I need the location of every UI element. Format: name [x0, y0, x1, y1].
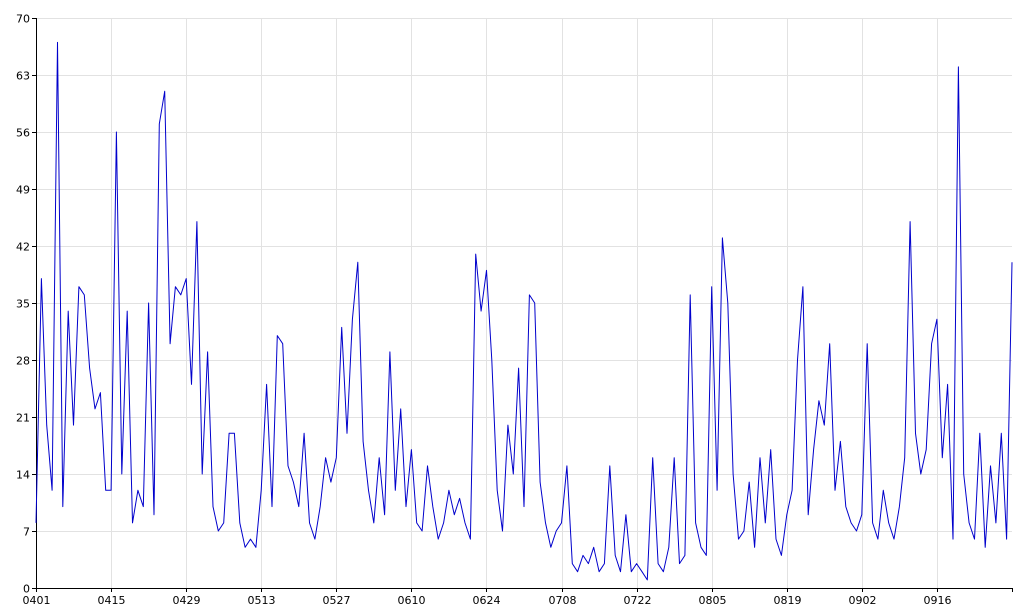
y-tick-label: 49 — [16, 184, 30, 197]
x-tick-label: 0610 — [398, 594, 426, 607]
plot-area — [35, 41, 1013, 581]
y-axis: 07142128354249566370 — [16, 13, 37, 596]
y-tick-label: 21 — [16, 412, 30, 425]
x-tick-label: 0708 — [549, 594, 577, 607]
x-tick-label: 0415 — [98, 594, 126, 607]
x-tick-label: 0722 — [624, 594, 652, 607]
x-axis: 0401 0415 0429 0513 0527 0610 0624 0708 0722 0805… — [23, 588, 1013, 607]
y-tick-label: 28 — [16, 355, 30, 368]
line-chart: 07142128354249566370 0401 0415 0429 0513 052… — [16, 13, 1013, 607]
y-tick-label: 35 — [16, 298, 30, 311]
x-tick-label: 0513 — [248, 594, 276, 607]
x-tick-label: 0401 — [23, 594, 51, 607]
y-tick-label: 14 — [16, 469, 30, 482]
y-tick-label: 56 — [16, 127, 30, 140]
series-line — [35, 41, 1013, 581]
y-tick-label: 42 — [16, 241, 30, 254]
y-tick-label: 70 — [16, 13, 30, 26]
x-tick-label: 0624 — [473, 594, 501, 607]
y-tick-label: 63 — [16, 70, 30, 83]
x-tick-label: 0805 — [699, 594, 727, 607]
x-tick-label: 0527 — [323, 594, 351, 607]
x-tick-label: 0902 — [849, 594, 877, 607]
y-tick-label: 7 — [23, 526, 30, 539]
x-tick-label: 0916 — [924, 594, 952, 607]
x-tick-label: 0429 — [173, 594, 201, 607]
x-tick-label: 0819 — [774, 594, 802, 607]
